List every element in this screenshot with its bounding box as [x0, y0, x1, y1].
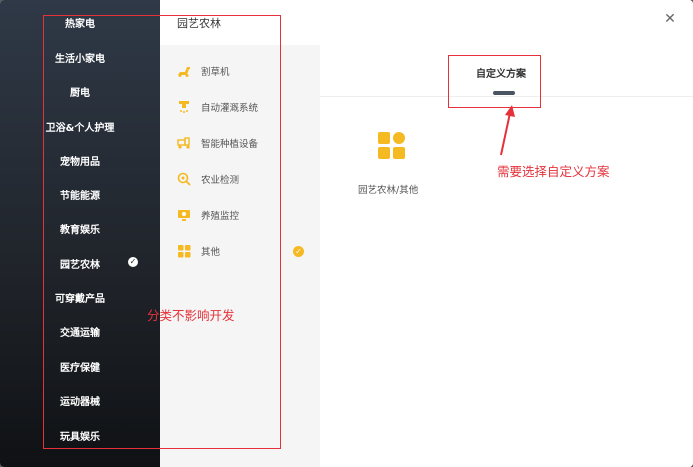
- close-icon[interactable]: ✕: [663, 12, 677, 26]
- annotation-box-categories: [43, 15, 281, 449]
- annotation-box-custom-scheme: [448, 55, 541, 108]
- annotation-note-right: 需要选择自定义方案: [497, 164, 610, 179]
- annotation-arrow-icon: [500, 105, 515, 156]
- product-category-dialog: 热家电 生活小家电 厨电 卫浴&个人护理 宠物用品 节能能源 教育娱乐 园艺农林…: [0, 0, 693, 467]
- grid-icon[interactable]: [378, 132, 406, 160]
- check-icon: ✓: [293, 246, 304, 257]
- scheme-card-label[interactable]: 园艺农林/其他: [358, 182, 418, 196]
- annotation-note-left: 分类不影响开发: [147, 308, 235, 323]
